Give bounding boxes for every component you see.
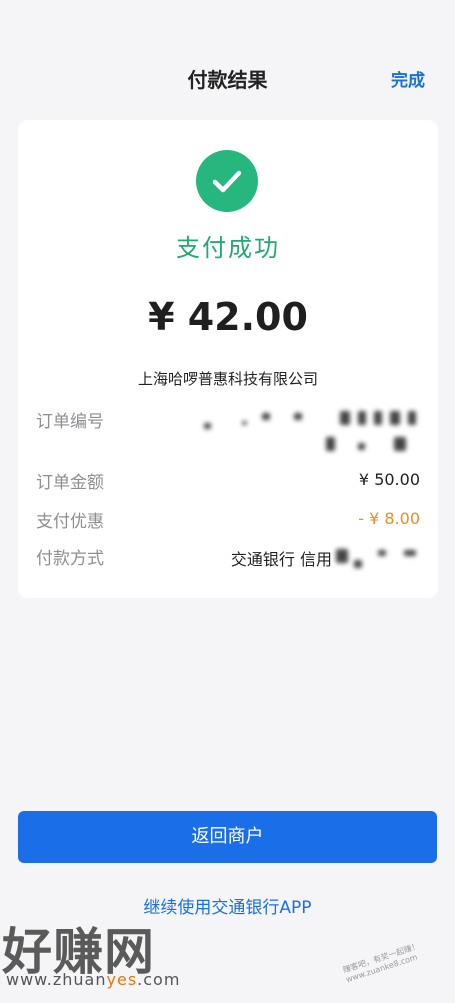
payment-method-label: 付款方式 [36,549,104,569]
order-number-label: 订单编号 [36,412,104,432]
order-amount-value: ¥ 50.00 [358,470,420,489]
discount-value: - ¥ 8.00 [358,509,420,528]
discount-row: 支付优惠 - ¥ 8.00 [36,507,420,533]
merchant-name: 上海哈啰普惠科技有限公司 [137,370,318,388]
return-to-merchant-button[interactable]: 返回商户 [18,811,437,863]
order-number-row: 订单编号 [36,407,420,451]
payment-method-value: 交通银行 信用 [230,550,332,569]
paid-amount: ¥ 42.00 [148,295,308,339]
page-title: 付款结果 [187,68,268,92]
result-card: 支付成功 ¥ 42.00 上海哈啰普惠科技有限公司 订单编号 订单金额 ¥ 50… [18,120,438,598]
success-check-icon [196,150,258,212]
order-amount-label: 订单金额 [36,473,104,493]
watermark-url: www.zhuanyes.com [6,970,181,989]
done-button[interactable]: 完成 [391,66,425,91]
watermark-stamp: 赚客吧，有奖一起赚！ www.zuanke8.com [341,941,421,985]
payment-method-row: 付款方式 交通银行 信用 [36,544,420,570]
header: 付款结果 完成 [0,50,455,102]
payment-status: 支付成功 [176,234,280,262]
discount-label: 支付优惠 [36,512,104,532]
order-amount-row: 订单金额 ¥ 50.00 [36,468,420,494]
watermark-logo: 好赚网 www.zhuanyes.com [2,912,202,997]
